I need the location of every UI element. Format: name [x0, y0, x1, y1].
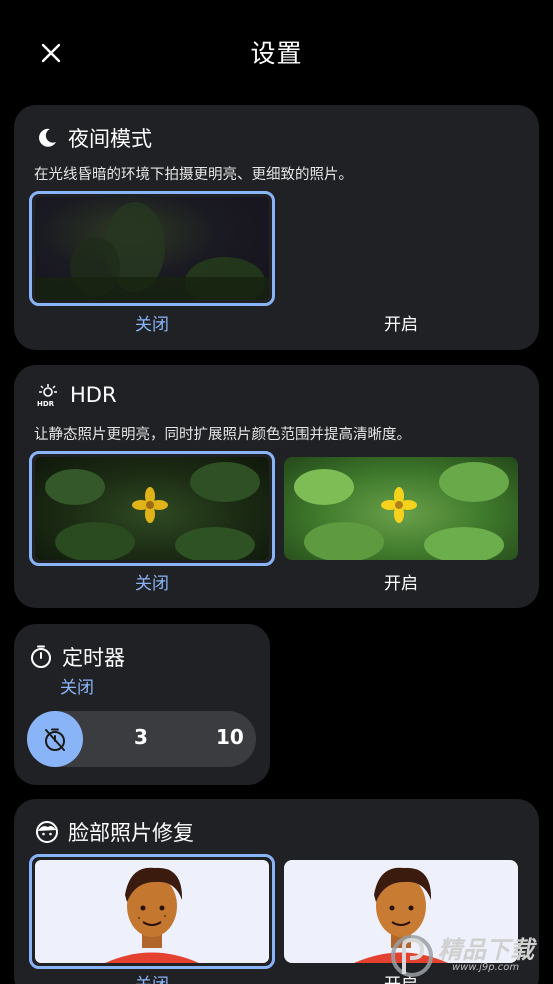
night-preview-image: [35, 197, 269, 300]
hdr-header: HDR HDR: [36, 383, 117, 407]
night-mode-option-off[interactable]: [29, 191, 275, 306]
face-off-preview-image: [35, 860, 269, 963]
page-title: 设置: [250, 39, 303, 68]
face-retouch-header: 脸部照片修复: [36, 817, 194, 847]
hdr-icon: HDR: [37, 384, 57, 407]
timer-selector[interactable]: 3 10: [27, 711, 256, 767]
night-mode-title: 夜间模式: [68, 127, 152, 151]
hdr-off-preview-image: [35, 457, 269, 560]
header: 设置: [0, 0, 553, 100]
timer-icon: [31, 645, 51, 668]
watermark-url: www.j9p.com: [452, 962, 520, 973]
timer-status: 关闭: [60, 678, 94, 698]
night-mode-header: 夜间模式: [36, 123, 152, 153]
timer-option-10[interactable]: 10: [216, 725, 244, 749]
timer-header: 定时器: [30, 642, 125, 672]
timer-option-off[interactable]: [27, 711, 83, 767]
hdr-option-off[interactable]: [29, 451, 275, 566]
moon-icon: [39, 128, 56, 147]
hdr-option-on[interactable]: [284, 457, 518, 560]
hdr-on-label[interactable]: 开启: [283, 569, 519, 594]
watermark-text: 精品下载: [438, 936, 534, 964]
hdr-title: HDR: [70, 383, 117, 407]
watermark-logo: 精品下载 www.j9p.com: [390, 922, 553, 984]
face-icon: [36, 821, 58, 843]
night-mode-off-label[interactable]: 关闭: [29, 310, 275, 335]
face-retouch-option-off[interactable]: [29, 854, 275, 969]
face-retouch-off-label[interactable]: 关闭: [29, 970, 275, 984]
hdr-description: 让静态照片更明亮，同时扩展照片颜色范围并提高清晰度。: [34, 427, 411, 443]
hdr-off-label[interactable]: 关闭: [29, 569, 275, 594]
timer-title: 定时器: [62, 646, 125, 670]
timer-option-3[interactable]: 3: [134, 725, 148, 749]
night-mode-description: 在光线昏暗的环境下拍摄更明亮、更细致的照片。: [34, 167, 353, 183]
timer-off-icon: [45, 728, 65, 751]
svg-text:HDR: HDR: [37, 400, 55, 407]
night-mode-on-label[interactable]: 开启: [283, 310, 519, 335]
hdr-on-preview-image: [284, 457, 518, 560]
face-retouch-title: 脸部照片修复: [68, 821, 194, 845]
